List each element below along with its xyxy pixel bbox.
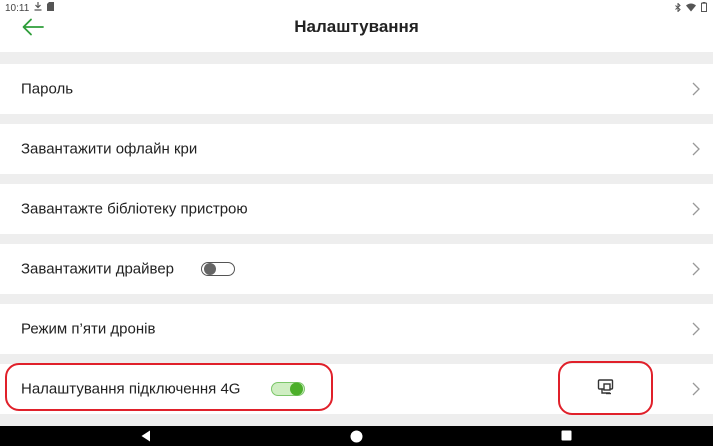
battery-icon	[701, 2, 707, 15]
settings-item-device-library[interactable]: Завантажте бібліотеку пристрою	[0, 184, 713, 234]
chevron-right-icon	[692, 322, 700, 336]
recents-square-icon[interactable]	[561, 430, 572, 441]
settings-item-label: Завантажити офлайн кри	[21, 140, 198, 158]
settings-item-label: Налаштування підключення 4G	[21, 380, 241, 398]
settings-item-offline-download[interactable]: Завантажити офлайн кри	[0, 124, 713, 174]
settings-item-driver-download[interactable]: Завантажити драйвер	[0, 244, 713, 294]
status-time: 10:11	[5, 2, 30, 14]
app-bar: Налаштування	[0, 16, 713, 52]
chevron-right-icon	[692, 82, 700, 96]
status-bar: 10:11	[0, 0, 713, 16]
page-title: Налаштування	[294, 17, 419, 36]
bluetooth-icon	[675, 1, 681, 15]
settings-item-label: Пароль	[21, 80, 74, 98]
back-triangle-icon[interactable]	[140, 430, 152, 442]
settings-item-label: Режим п’яти дронів	[21, 320, 156, 338]
settings-item-password[interactable]: Пароль	[0, 64, 713, 114]
chevron-right-icon	[692, 202, 700, 216]
settings-item-label: Завантажити драйвер	[21, 260, 175, 278]
navigation-bar	[0, 426, 713, 446]
4g-connection-toggle[interactable]	[271, 382, 305, 396]
wifi-icon	[686, 3, 696, 15]
device-settings-icon[interactable]	[597, 378, 615, 396]
driver-download-toggle[interactable]	[201, 262, 235, 276]
settings-item-five-drone-mode[interactable]: Режим п’яти дронів	[0, 304, 713, 354]
chevron-right-icon	[692, 382, 700, 396]
status-right	[675, 1, 707, 15]
sd-card-icon	[47, 2, 55, 14]
toggle-knob	[204, 263, 216, 275]
status-left: 10:11	[5, 2, 55, 14]
home-circle-icon[interactable]	[350, 430, 363, 443]
chevron-right-icon	[692, 142, 700, 156]
chevron-right-icon	[692, 262, 700, 276]
download-icon	[34, 2, 42, 14]
toggle-knob	[290, 382, 303, 396]
settings-item-label: Завантажте бібліотеку пристрою	[21, 200, 248, 218]
